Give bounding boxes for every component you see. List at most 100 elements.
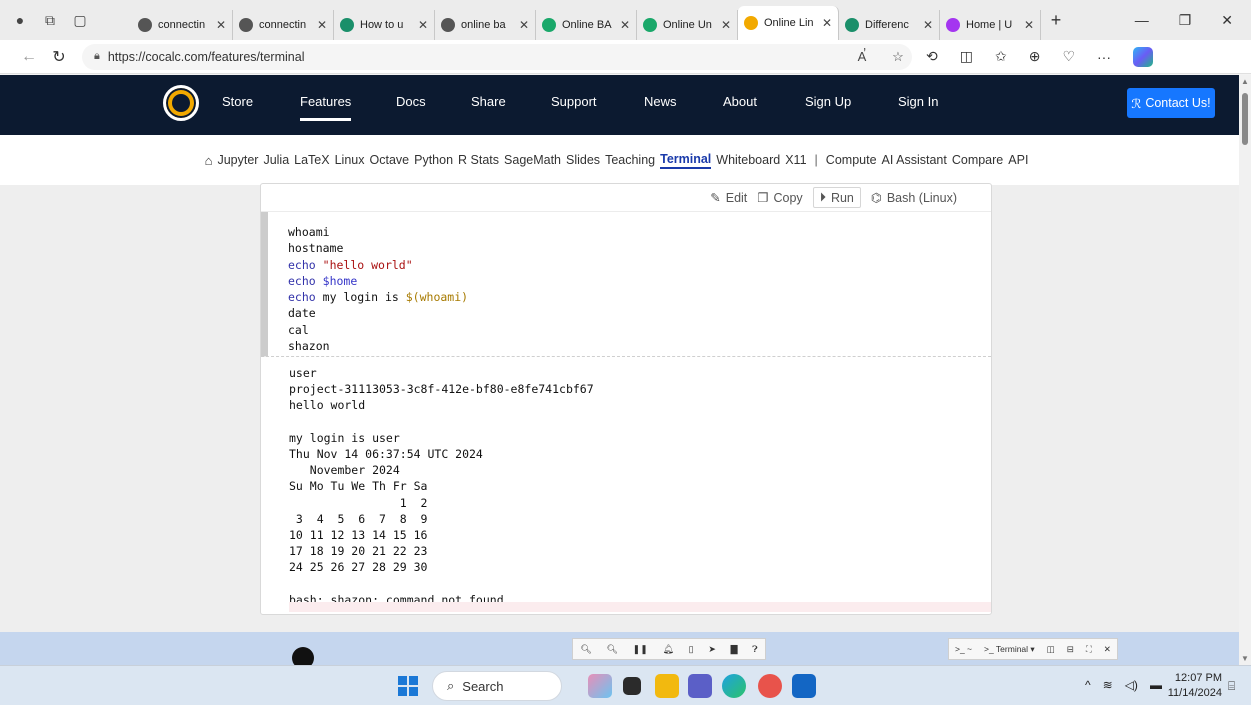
zoom-in-icon[interactable]: 🔍︎ — [607, 644, 618, 655]
teams-icon[interactable] — [688, 674, 712, 698]
subnav-item-compute[interactable]: Compute — [826, 153, 877, 167]
close-tab-icon[interactable]: ✕ — [822, 16, 832, 30]
nav-about[interactable]: About — [723, 94, 757, 109]
browser-tab[interactable]: online ba ✕ — [435, 10, 536, 40]
profile-icon[interactable]: ● — [12, 12, 28, 28]
reload-icon[interactable]: ↻ — [44, 47, 74, 67]
tab-actions-icon[interactable]: ▢ — [72, 12, 88, 28]
volume-icon[interactable]: ◁) — [1125, 678, 1138, 692]
copilot-icon[interactable] — [1133, 46, 1153, 67]
subnav-item-octave[interactable]: Octave — [370, 153, 410, 167]
terminal-home-tab[interactable]: >_ ~ — [955, 644, 972, 654]
nav-signup[interactable]: Sign Up — [805, 94, 851, 109]
subnav-item-latex[interactable]: LaTeX — [294, 153, 329, 167]
edit-button[interactable]: ✎ Edit — [710, 190, 747, 206]
split-horizontal-icon[interactable]: ⊟ — [1067, 644, 1074, 655]
close-tab-icon[interactable]: ✕ — [1024, 18, 1034, 32]
browser-essentials-icon[interactable]: ♡ — [1062, 48, 1075, 65]
notifications-icon[interactable]: ⌸ — [1228, 679, 1235, 694]
subnav-item-ai-assistant[interactable]: AI Assistant — [882, 153, 947, 167]
minimize-icon[interactable]: — — [1135, 12, 1149, 29]
subnav-item-sagemath[interactable]: SageMath — [504, 153, 561, 167]
close-tab-icon[interactable]: ✕ — [519, 18, 529, 32]
scroll-up-icon[interactable]: ▲ — [1241, 77, 1249, 86]
task-view-icon[interactable] — [623, 677, 641, 695]
zoom-out-icon[interactable]: 🔍︎ — [580, 644, 591, 655]
subnav-item-compare[interactable]: Compare — [952, 153, 1003, 167]
collections-icon[interactable]: ⊕ — [1029, 48, 1041, 65]
browser-tab[interactable]: connectin ✕ — [132, 10, 233, 40]
nav-support[interactable]: Support — [551, 94, 597, 109]
edge-icon[interactable] — [722, 674, 746, 698]
back-arrow-icon[interactable]: ← — [14, 48, 44, 66]
split-vertical-icon[interactable]: ◫ — [1047, 644, 1055, 655]
contact-us-button[interactable]: ℛ Contact Us! — [1127, 88, 1215, 118]
close-window-icon[interactable]: ✕ — [1221, 12, 1233, 29]
page-scrollbar[interactable]: ▲ ▼ — [1239, 75, 1251, 665]
subnav-item-slides[interactable]: Slides — [566, 153, 600, 167]
send-icon[interactable]: ➤ — [708, 644, 716, 655]
subnav-item-api[interactable]: API — [1008, 153, 1028, 167]
browser-tab[interactable]: How to u ✕ — [334, 10, 435, 40]
subnav-item-teaching[interactable]: Teaching — [605, 153, 655, 167]
page-icon[interactable]: ▯ — [689, 644, 694, 655]
code-input[interactable]: whoami hostname echo "hello world" echo … — [261, 212, 991, 357]
bell-icon[interactable]: 🔔︎ — [662, 644, 673, 655]
nav-store[interactable]: Store — [222, 94, 253, 109]
chat-app-icon[interactable] — [758, 674, 782, 698]
close-tab-icon[interactable]: ✕ — [317, 18, 327, 32]
home-icon[interactable]: ⌂ — [205, 153, 213, 168]
scrollbar-thumb[interactable] — [1242, 93, 1248, 145]
close-tab-icon[interactable]: ✕ — [923, 18, 933, 32]
new-tab-button[interactable]: + — [1041, 10, 1071, 31]
favorites-icon[interactable]: ✩ — [995, 48, 1007, 65]
nav-news[interactable]: News — [644, 94, 677, 109]
restore-icon[interactable]: ❐ — [1179, 12, 1192, 29]
windows-start-icon[interactable] — [398, 676, 418, 696]
browser-tab[interactable]: Differenc ✕ — [839, 10, 940, 40]
subnav-item-terminal[interactable]: Terminal — [660, 152, 712, 169]
chevron-up-icon[interactable]: ^ — [1085, 678, 1091, 692]
outlook-icon[interactable] — [792, 674, 816, 698]
close-tab-icon[interactable]: ✕ — [418, 18, 428, 32]
subnav-item-linux[interactable]: Linux — [335, 153, 365, 167]
subnav-item-x11[interactable]: X11 — [785, 153, 806, 167]
read-aloud-icon[interactable]: A̕ — [848, 49, 876, 64]
browser-tab[interactable]: Online Lin ✕ — [738, 6, 839, 40]
terminal-select[interactable]: >_ Terminal ▾ — [984, 644, 1035, 655]
fullscreen-icon[interactable]: ⛶ — [1086, 644, 1092, 655]
copy-button[interactable]: ❐ Copy — [757, 190, 802, 206]
cocalc-logo[interactable] — [163, 85, 199, 121]
browser-tab[interactable]: Online Un ✕ — [637, 10, 738, 40]
subnav-item-whiteboard[interactable]: Whiteboard — [716, 153, 780, 167]
scroll-down-icon[interactable]: ▼ — [1241, 654, 1249, 663]
split-screen-icon[interactable]: ◫ — [960, 48, 973, 65]
close-frame-icon[interactable]: ✕ — [1104, 644, 1111, 655]
clock[interactable]: 12:07 PM 11/14/2024 — [1160, 671, 1222, 701]
wifi-icon[interactable]: ≋ — [1103, 678, 1113, 692]
subnav-item-jupyter[interactable]: Jupyter — [217, 153, 258, 167]
subnav-item-julia[interactable]: Julia — [263, 153, 289, 167]
close-tab-icon[interactable]: ✕ — [216, 18, 226, 32]
extensions-icon[interactable]: ⟲ — [926, 48, 938, 65]
url-box[interactable]: 🔒︎ https://cocalc.com/features/terminal … — [82, 43, 912, 70]
browser-tab[interactable]: Online BA ✕ — [536, 10, 637, 40]
more-menu-icon[interactable]: ··· — [1097, 49, 1111, 65]
nav-features[interactable]: Features — [300, 94, 352, 121]
file-explorer-icon[interactable] — [655, 674, 679, 698]
subnav-item-python[interactable]: Python — [414, 153, 453, 167]
favorite-star-icon[interactable]: ☆ — [884, 49, 912, 65]
browser-tab[interactable]: Home | U ✕ — [940, 10, 1041, 40]
close-tab-icon[interactable]: ✕ — [620, 18, 630, 32]
widgets-app-icon[interactable] — [588, 674, 612, 698]
nav-signin[interactable]: Sign In — [898, 94, 938, 109]
workspaces-icon[interactable]: ⧉ — [42, 12, 58, 28]
browser-tab[interactable]: connectin ✕ — [233, 10, 334, 40]
taskbar-search[interactable]: ⌕ Search — [432, 671, 562, 701]
subnav-item-r-stats[interactable]: R Stats — [458, 153, 499, 167]
run-button[interactable]: ⏵ Run — [812, 187, 861, 208]
lock-icon[interactable]: 🔒︎ — [94, 50, 100, 63]
close-tab-icon[interactable]: ✕ — [721, 18, 731, 32]
url-text[interactable]: https://cocalc.com/features/terminal — [108, 50, 305, 64]
chart-icon[interactable]: ▇ — [731, 644, 738, 655]
